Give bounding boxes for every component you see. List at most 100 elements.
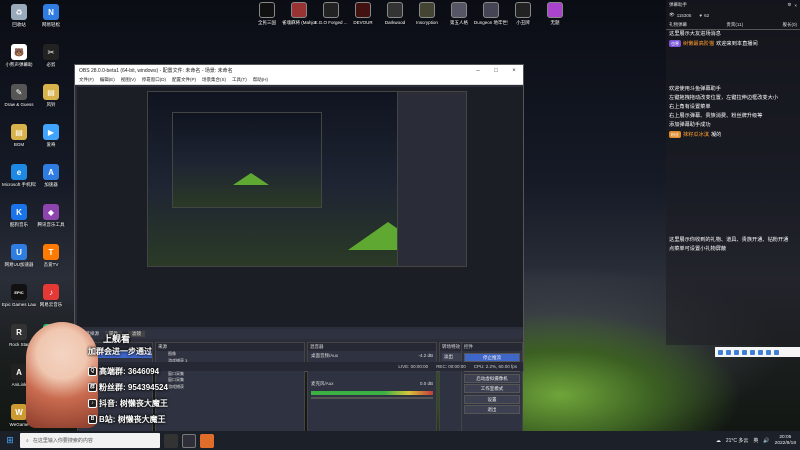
desktop-icon[interactable]: K 酷狗音乐 xyxy=(2,204,36,240)
clock-date: 2022/8/18 xyxy=(774,440,796,446)
desktop-icon[interactable]: U 网易UU加速器 xyxy=(2,244,36,280)
desktop-icon[interactable]: 全民三国 xyxy=(250,2,284,38)
menu-scene-collection[interactable]: 场景集合(S) xyxy=(202,77,226,83)
close-icon[interactable]: × xyxy=(794,3,797,8)
desktop-icon[interactable]: DEVOUR xyxy=(346,2,380,38)
menu-help[interactable]: 帮助(H) xyxy=(253,77,268,83)
taskbar: ⊞ ⌕ 在这里输入你要搜索的内容 ☁ 21°C 多云 英 🔊 20:05 202… xyxy=(0,431,800,450)
desktop-icon-label: 加速器 xyxy=(44,182,58,187)
volume-slider[interactable] xyxy=(311,397,433,399)
search-icon: ⌕ xyxy=(26,437,29,444)
app-icon: U xyxy=(11,244,27,260)
app-icon: T xyxy=(43,244,59,260)
chat-username[interactable]: 抹籽瓜冰淇 xyxy=(683,132,709,138)
obs-titlebar[interactable]: OBS 28.0.0-beta1 (64-bit, windows) - 配置文… xyxy=(75,65,523,76)
app-taskbar-icon[interactable] xyxy=(200,433,214,448)
chat-text: 欢迎来到本直播间 xyxy=(716,41,758,47)
weather-text[interactable]: 21°C 多云 xyxy=(726,437,749,444)
floating-toolbar[interactable] xyxy=(715,347,800,357)
stop-streaming-button[interactable]: 停止推流 xyxy=(464,352,520,362)
obs-preview[interactable] xyxy=(77,87,523,327)
desktop-icon[interactable]: E.G.O Forged ... xyxy=(314,2,348,38)
desktop-icon[interactable]: A 加速器 xyxy=(34,164,68,200)
toolbar-icon[interactable] xyxy=(718,349,723,355)
toolbar-icon[interactable] xyxy=(766,349,771,355)
menu-file[interactable]: 文件(F) xyxy=(79,77,94,83)
obs-taskbar-icon[interactable] xyxy=(182,433,196,448)
clock[interactable]: 20:05 2022/8/18 xyxy=(775,435,796,447)
taskbar-search-input[interactable]: ⌕ 在这里输入你要搜索的内容 xyxy=(20,433,160,448)
desktop-icon[interactable]: ♪ 网易云音乐 xyxy=(34,284,68,320)
desktop-icon[interactable]: ▶ 爱奇 xyxy=(34,124,68,160)
menu-tools[interactable]: 工具(T) xyxy=(232,77,247,83)
overlay-tagline: 上舰看 xyxy=(103,334,131,344)
gift-message: 这里展示你收到的礼物、道具、贵族开通、钻粉开通 xyxy=(669,237,789,243)
mixer-dock-header: 混音器 xyxy=(308,343,436,351)
desktop-icon[interactable]: 无题 xyxy=(538,2,572,38)
desktop-icon[interactable]: ▤ BGM xyxy=(2,124,36,160)
desktop-icon-label: 酷狗音乐 xyxy=(10,222,28,227)
desktop-icon[interactable]: ◆ 腾讯音乐工具 xyxy=(34,204,68,240)
desktop-icon[interactable]: 雀魂麻将 (Mahjong... xyxy=(282,2,316,38)
virtual-camera-button[interactable]: 启动虚拟摄像机 xyxy=(464,373,520,383)
desktop-icon-label: 雀魂麻将 (Mahjong... xyxy=(282,20,316,25)
settings-icon[interactable]: ⚙ xyxy=(787,2,791,8)
desktop-icon[interactable]: ✎ Draw & Guess xyxy=(2,84,36,120)
desktop-icon-label: 风铃 xyxy=(46,102,56,107)
desktop-icon[interactable]: Inscryption xyxy=(410,2,444,38)
chat-username[interactable]: 树懒最高阶猫 xyxy=(683,41,714,47)
task-view-icon[interactable] xyxy=(164,433,178,448)
desktop-icon-label: 第五人格 xyxy=(450,20,468,25)
menu-profile[interactable]: 配置文件(P) xyxy=(172,77,196,83)
menu-view[interactable]: 视图(V) xyxy=(121,77,136,83)
mixer-track: 桌面音频/Aux -4.2 dB xyxy=(308,351,436,361)
exit-button[interactable]: 退出 xyxy=(464,405,520,414)
toolbar-icon[interactable] xyxy=(742,349,747,355)
desktop-icon[interactable]: 第五人格 xyxy=(442,2,476,38)
desktop-icon-label: 回收站 xyxy=(12,22,26,27)
tab-gift-danmaku[interactable]: 礼物弹幕 xyxy=(669,22,687,28)
desktop-icon[interactable]: 🐻 小熊声弹幕助 xyxy=(2,44,36,80)
chat-spacer xyxy=(666,49,800,85)
close-icon[interactable]: × xyxy=(505,68,523,74)
desktop-icon-label: 无题 xyxy=(550,20,560,25)
overlay-value: 954394524 xyxy=(127,383,168,392)
minimize-icon[interactable]: – xyxy=(469,68,487,74)
menu-edit[interactable]: 编辑(E) xyxy=(100,77,115,83)
overlay-line: ♪ 抖音: 树懒丧大魔王 xyxy=(88,398,168,409)
toolbar-icon[interactable] xyxy=(758,349,763,355)
desktop-icon[interactable]: e Microsoft 手机和浏览器 xyxy=(2,164,36,200)
toolbar-icon[interactable] xyxy=(726,349,731,355)
lang-indicator[interactable]: 英 xyxy=(753,437,758,444)
chat-message: 欢迎使用斗鱼弹幕助手 xyxy=(669,86,721,92)
desktop-icon-label: 网易UU加速器 xyxy=(4,262,34,267)
desktop-icon[interactable]: EPIC Epic Games Launcher xyxy=(2,284,36,320)
windows-start-icon[interactable]: ⊞ xyxy=(0,431,20,450)
toolbar-icon[interactable] xyxy=(750,349,755,355)
desktop-icon[interactable]: ✂ 必剪 xyxy=(34,44,68,80)
menu-docks[interactable]: 停靠窗口(D) xyxy=(142,77,166,83)
volume-icon[interactable]: 🔊 xyxy=(763,438,769,444)
toolbar-icon[interactable] xyxy=(734,349,739,355)
tab-vip[interactable]: 贵宾(11) xyxy=(726,22,743,28)
mixer-track-db: -4.2 dB xyxy=(418,353,433,358)
desktop-icon-label: 爱奇 xyxy=(46,142,56,147)
desktop-icon-label: Dungeon 地牢世界 xyxy=(474,20,508,25)
desktop-icon[interactable]: ▤ 风铃 xyxy=(34,84,68,120)
desktop-icon[interactable]: ♻ 回收站 xyxy=(2,4,36,40)
game-icon xyxy=(259,2,275,18)
desktop-icon[interactable]: 小丑牌 xyxy=(506,2,540,38)
desktop-icon[interactable]: Dungeon 地牢世界 xyxy=(474,2,508,38)
desktop-icon[interactable]: T 吾爱TV xyxy=(34,244,68,280)
chat-spacer xyxy=(666,140,800,236)
app-icon: ✂ xyxy=(43,44,59,60)
settings-button[interactable]: 设置 xyxy=(464,394,520,404)
desktop-icon[interactable]: Darkwood xyxy=(378,2,412,38)
toolbar-icon[interactable] xyxy=(774,349,779,355)
tab-captain[interactable]: 舰长(0) xyxy=(782,22,797,28)
desktop-icon[interactable]: N 网易轻松 xyxy=(34,4,68,40)
maximize-icon[interactable]: □ xyxy=(487,68,505,74)
studio-mode-button[interactable]: 工作室模式 xyxy=(464,384,520,393)
danmaku-assistant-panel[interactable]: 弹幕助手 ⚙ × 👁 115305 ♥ 62 礼物弹幕 贵宾(11) 舰长(0)… xyxy=(666,0,800,345)
nested-chat-panel xyxy=(397,91,467,267)
